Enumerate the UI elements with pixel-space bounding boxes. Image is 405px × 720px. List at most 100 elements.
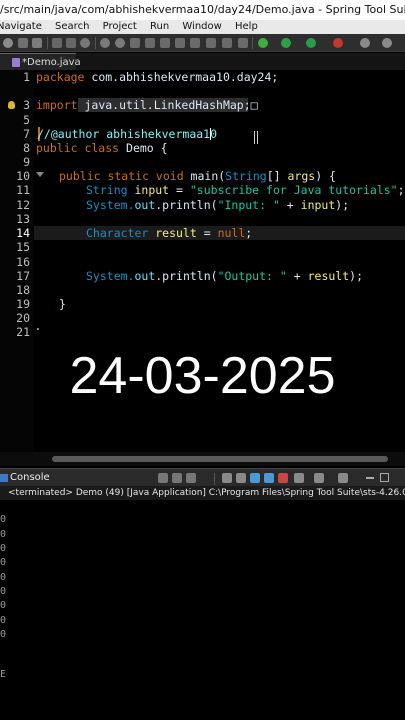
code-line-8: public class Demo { xyxy=(36,141,168,155)
line-number: 7 xyxy=(23,127,30,141)
console-line: 0 xyxy=(0,529,7,540)
remove-all-icon[interactable] xyxy=(186,473,196,483)
menu-help[interactable]: Help xyxy=(235,20,258,34)
editor-tab-bar: *Demo.java xyxy=(0,53,405,70)
line-number: 11 xyxy=(16,183,30,197)
remove-launch-icon[interactable] xyxy=(172,473,182,483)
line-number: 8 xyxy=(23,141,30,155)
tab-console[interactable]: Console xyxy=(10,469,50,487)
line-number: 21 xyxy=(16,325,30,339)
scrollbar-thumb[interactable] xyxy=(52,456,388,462)
clear-console-icon[interactable] xyxy=(222,473,232,483)
line-number: 20 xyxy=(16,311,30,325)
line-number: 19 xyxy=(16,297,30,311)
line-number: 5 xyxy=(23,113,30,127)
console-line: 0 xyxy=(0,586,7,597)
console-line: 0 xyxy=(0,557,7,568)
toolbar-icon-a[interactable] xyxy=(52,38,62,48)
toolbar-icon-g[interactable] xyxy=(145,38,155,48)
menu-project[interactable]: Project xyxy=(103,20,137,34)
line-number: 16 xyxy=(16,255,30,269)
show-console-icon[interactable] xyxy=(250,473,260,483)
code-line-11: String input = "subscribe for Java tutor… xyxy=(86,183,405,197)
pin-console-icon[interactable] xyxy=(294,473,304,483)
toolbar-icon-m[interactable] xyxy=(238,38,248,48)
tab-demo-java[interactable]: *Demo.java xyxy=(0,53,81,70)
line-number-current: 14 xyxy=(16,226,30,240)
word-wrap-icon[interactable] xyxy=(264,473,274,483)
save-icon[interactable] xyxy=(18,38,28,48)
new-icon[interactable] xyxy=(3,38,13,48)
java-file-icon xyxy=(12,58,20,67)
tab-label: *Demo.java xyxy=(22,57,81,68)
code-line-10: public static void main(String[] args) { xyxy=(59,169,336,183)
window-title: /src/main/java/com/abhishekvermaa10/day2… xyxy=(0,3,405,16)
line-number-gutter: 1 3 5 7 8 9 10 11 12 13 14 15 16 17 18 1… xyxy=(0,70,34,466)
window-title-bar: /src/main/java/com/abhishekvermaa10/day2… xyxy=(0,0,405,20)
console-output[interactable]: 0 0 0 0 0 0 0 0 0 E xyxy=(0,500,405,720)
line-number: 18 xyxy=(16,283,30,297)
toolbar-icon-l[interactable] xyxy=(222,38,232,48)
coverage-icon[interactable] xyxy=(306,38,316,48)
editor-horizontal-scrollbar[interactable] xyxy=(0,452,405,466)
console-line: 0 xyxy=(0,572,7,583)
stderr-icon[interactable] xyxy=(278,473,288,483)
run-icon[interactable] xyxy=(281,38,291,48)
code-line-14: Character result = null; xyxy=(86,226,253,240)
search-icon[interactable] xyxy=(360,38,370,48)
mouse-ibeam-cursor xyxy=(254,131,258,144)
terminate-icon[interactable] xyxy=(158,473,168,483)
code-line-19: } xyxy=(59,297,66,311)
open-console-icon[interactable] xyxy=(338,473,348,483)
code-line-1: package com.abhishekvermaa10.day24; xyxy=(36,70,279,84)
console-line: E xyxy=(0,669,7,680)
console-status: <terminated> Demo (49) [Java Application… xyxy=(0,486,405,500)
console-line: 0 xyxy=(0,514,7,525)
line-number: 3 xyxy=(23,98,30,112)
toolbar-icon-d[interactable] xyxy=(100,38,110,48)
menu-window[interactable]: Window xyxy=(182,20,221,34)
line-number: 12 xyxy=(16,198,30,212)
toolbar-icon-b[interactable] xyxy=(66,38,76,48)
console-line: 0 xyxy=(0,600,7,611)
menu-bar: Navigate Search Project Run Window Help xyxy=(0,20,405,34)
date-overlay: 24-03-2025 xyxy=(69,347,336,405)
code-line-7: //@author abhishekvermaa10 xyxy=(37,127,218,141)
menu-navigate[interactable]: Navigate xyxy=(0,20,42,34)
toolbar-icon-i[interactable] xyxy=(175,38,185,48)
line-number: 10 xyxy=(16,169,30,183)
toolbar-icon-f[interactable] xyxy=(130,38,140,48)
toolbar-icon-h[interactable] xyxy=(160,38,170,48)
code-line-3: import java.util.LinkedHashMap;□ xyxy=(36,98,258,112)
console-tab-bar: Console xyxy=(0,468,405,486)
navigate-icon[interactable] xyxy=(382,38,392,48)
code-line-12: System.out.println("Input: " + input); xyxy=(86,198,350,212)
code-editor[interactable]: 1 3 5 7 8 9 10 11 12 13 14 15 16 17 18 1… xyxy=(0,70,405,466)
toolbar-icon-k[interactable] xyxy=(206,38,216,48)
print-icon[interactable] xyxy=(32,38,42,48)
console-line: 0 xyxy=(0,629,7,640)
minimize-icon[interactable] xyxy=(366,477,374,479)
fold-collapse-icon[interactable] xyxy=(36,172,44,177)
debug-icon[interactable] xyxy=(258,38,268,48)
toolbar xyxy=(0,34,405,52)
line-number: 15 xyxy=(16,240,30,254)
line-number: 13 xyxy=(16,212,30,226)
display-console-icon[interactable] xyxy=(314,473,324,483)
console-line: 0 xyxy=(0,615,7,626)
text-cursor xyxy=(210,128,211,140)
code-line-17: System.out.println("Output: " + result); xyxy=(86,269,363,283)
toolbar-icon-j[interactable] xyxy=(190,38,200,48)
warning-bulb-icon[interactable] xyxy=(8,101,15,109)
maximize-icon[interactable] xyxy=(380,473,389,482)
menu-search[interactable]: Search xyxy=(55,20,89,34)
menu-run[interactable]: Run xyxy=(150,20,169,34)
line-number: 17 xyxy=(16,269,30,283)
toolbar-icon-e[interactable] xyxy=(115,38,125,48)
line-number: 1 xyxy=(23,70,30,84)
line-number: 9 xyxy=(23,155,30,169)
external-tools-icon[interactable] xyxy=(333,38,343,48)
toolbar-icon-c[interactable] xyxy=(80,38,90,48)
console-icon xyxy=(0,474,8,482)
scroll-lock-icon[interactable] xyxy=(236,473,246,483)
